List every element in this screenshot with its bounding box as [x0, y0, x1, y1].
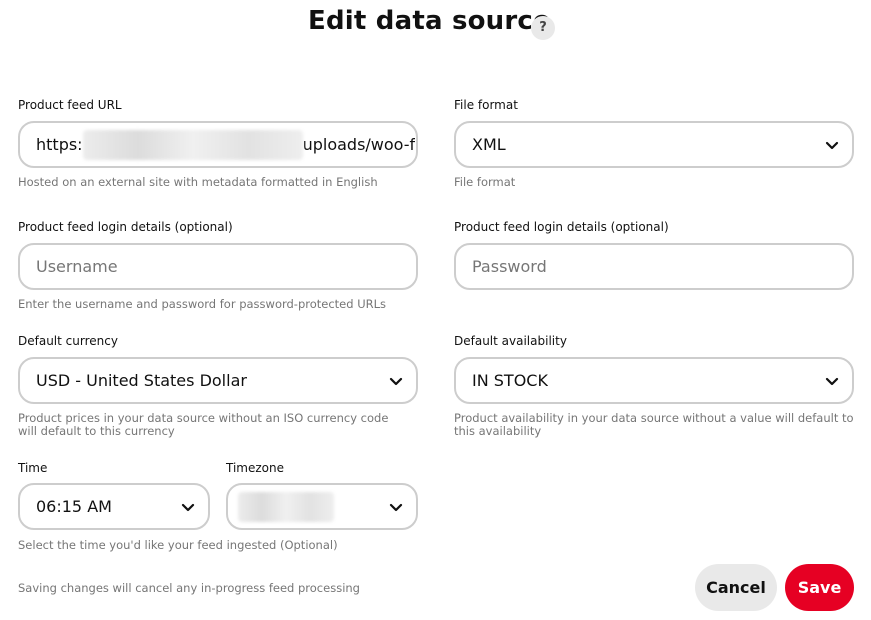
cancel-button[interactable]: Cancel	[695, 564, 777, 611]
timezone-label: Timezone	[226, 461, 284, 475]
default-currency-hint: Product prices in your data source witho…	[18, 411, 389, 438]
footer-note: Saving changes will cancel any in-progre…	[18, 581, 360, 595]
username-placeholder: Username	[36, 257, 118, 276]
chevron-down-icon	[389, 377, 403, 385]
chevron-down-icon	[825, 141, 839, 149]
time-value: 06:15 AM	[36, 497, 112, 516]
time-select[interactable]: 06:15 AM	[18, 483, 210, 530]
default-currency-value: USD - United States Dollar	[36, 371, 247, 390]
password-input[interactable]: Password	[454, 243, 854, 290]
save-button[interactable]: Save	[785, 564, 854, 611]
default-currency-select[interactable]: USD - United States Dollar	[18, 357, 418, 404]
default-availability-hint: Product availability in your data source…	[454, 411, 854, 438]
login-username-label: Product feed login details (optional)	[18, 220, 233, 234]
username-input[interactable]: Username	[18, 243, 418, 290]
file-format-hint: File format	[454, 175, 516, 189]
product-feed-url-prefix: https:	[36, 135, 83, 154]
default-availability-value: IN STOCK	[472, 371, 548, 390]
product-feed-url-hint: Hosted on an external site with metadata…	[18, 175, 378, 189]
product-feed-url-label: Product feed URL	[18, 98, 122, 112]
timezone-select[interactable]	[226, 483, 418, 530]
header: Edit data source ?	[0, 6, 871, 42]
login-hint: Enter the username and password for pass…	[18, 297, 387, 311]
password-placeholder: Password	[472, 257, 547, 276]
file-format-value: XML	[472, 135, 506, 154]
page-title: Edit data source	[308, 6, 551, 36]
help-icon[interactable]: ?	[531, 16, 555, 40]
redacted-timezone	[238, 491, 334, 522]
default-currency-label: Default currency	[18, 334, 118, 348]
default-availability-select[interactable]: IN STOCK	[454, 357, 854, 404]
chevron-down-icon	[825, 377, 839, 385]
redacted-url-segment	[82, 129, 303, 160]
default-availability-label: Default availability	[454, 334, 567, 348]
chevron-down-icon	[181, 503, 195, 511]
login-password-label: Product feed login details (optional)	[454, 220, 669, 234]
file-format-label: File format	[454, 98, 518, 112]
time-hint: Select the time you'd like your feed ing…	[18, 538, 338, 552]
product-feed-url-suffix: uploads/woo-f	[302, 135, 416, 154]
product-feed-url-input[interactable]: https: uploads/woo-f	[18, 121, 418, 168]
time-label: Time	[18, 461, 48, 475]
file-format-select[interactable]: XML	[454, 121, 854, 168]
chevron-down-icon	[389, 503, 403, 511]
